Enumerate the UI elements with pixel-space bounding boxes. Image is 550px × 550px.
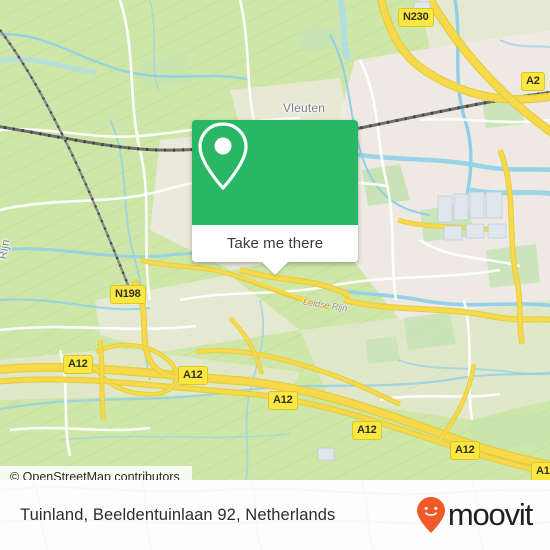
- osm-attribution[interactable]: © OpenStreetMap contributors: [0, 466, 192, 480]
- shield-n230[interactable]: N230: [398, 8, 434, 27]
- popup-pointer: [262, 262, 288, 275]
- shield-a12-a[interactable]: A12: [63, 355, 93, 374]
- shield-a12-b[interactable]: A12: [178, 366, 208, 385]
- map-canvas[interactable]: Vleuten Rijn Leidse Rijn N230 A2 N198 A1…: [0, 0, 550, 480]
- shield-n198[interactable]: N198: [110, 285, 146, 304]
- take-me-there-popup[interactable]: Take me there: [192, 120, 358, 275]
- shield-a12-c[interactable]: A12: [268, 391, 298, 410]
- moovit-pin-icon: [416, 497, 445, 533]
- osm-attribution-text: © OpenStreetMap contributors: [10, 470, 180, 480]
- popup-header: [192, 120, 358, 225]
- moovit-logo[interactable]: moovit: [416, 496, 533, 534]
- shield-a12-e[interactable]: A12: [450, 441, 480, 460]
- shield-a12-d[interactable]: A12: [352, 421, 382, 440]
- map-label-vleuten: Vleuten: [283, 101, 326, 115]
- location-pin-icon: [198, 122, 248, 190]
- popup-footer[interactable]: Take me there: [192, 225, 358, 262]
- shield-a2-top[interactable]: A2: [521, 72, 545, 91]
- take-me-there-label: Take me there: [226, 235, 324, 252]
- footer-bar: Tuinland, Beeldentuinlaan 92, Netherland…: [0, 480, 550, 550]
- map-screenshot: Vleuten Rijn Leidse Rijn N230 A2 N198 A1…: [0, 0, 550, 550]
- moovit-wordmark: moovit: [447, 497, 533, 532]
- shield-a12-f[interactable]: A12: [531, 462, 550, 480]
- address-label: Tuinland, Beeldentuinlaan 92, Netherland…: [20, 505, 336, 524]
